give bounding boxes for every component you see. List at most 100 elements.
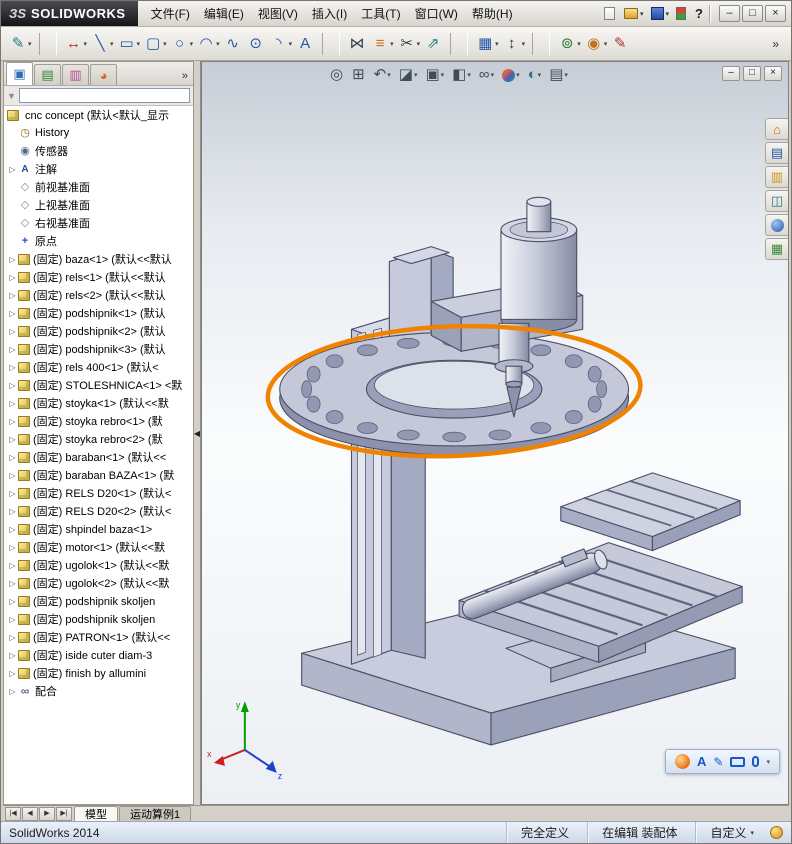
quick-snaps-button[interactable]: ◉ ▾ — [583, 33, 610, 55]
separator[interactable] — [317, 31, 346, 57]
tree-item[interactable]: (固定) iside cuter diam-3 — [4, 646, 193, 664]
ime-handwriting[interactable]: ✎ — [713, 755, 723, 769]
tree-item[interactable]: (固定) STOLESHNICA<1> <默 — [4, 376, 193, 394]
tab-displaymanager[interactable]: ◕ — [90, 64, 117, 85]
expand-arrow-icon[interactable] — [7, 417, 18, 426]
view-settings-button[interactable]: ▤ ▾ — [549, 67, 568, 83]
rapid-sketch-button[interactable]: ✎ — [609, 33, 632, 55]
document-tab[interactable]: 模型 — [74, 806, 118, 821]
tab-scroll-left[interactable]: ◀ — [22, 807, 38, 821]
ellipse-button[interactable]: ⊙ — [245, 33, 268, 55]
graphics-viewport[interactable]: y x z ◎ ⊞ ↶ ▾ ◪ ▾ ▣ ▾ ◧ ▾ ∞ ▾ ▾ ◐ ▾ ▤ ▾ … — [201, 61, 789, 805]
model-rail-block[interactable] — [560, 472, 741, 552]
zoom-area-button[interactable]: ⊞ — [352, 67, 366, 83]
apply-scene-button[interactable]: ◐ ▾ — [528, 67, 542, 83]
expand-arrow-icon[interactable] — [7, 651, 18, 660]
ime-menu[interactable]: ▾ — [766, 758, 770, 766]
edit-appearance-button[interactable]: ▾ — [502, 68, 520, 82]
filter-input[interactable] — [18, 88, 190, 103]
doc-close-button[interactable]: × — [764, 66, 782, 81]
orientation-triad[interactable]: y x z — [207, 700, 283, 781]
text-button[interactable]: A — [294, 33, 317, 55]
expand-arrow-icon[interactable] — [7, 669, 18, 678]
tree-item[interactable]: (固定) rels<2> (默认<<默认 — [4, 286, 193, 304]
tree-item[interactable]: (固定) RELS D20<1> (默认< — [4, 484, 193, 502]
task-file-explorer[interactable]: ▥ — [765, 166, 788, 188]
ime-logo[interactable] — [675, 754, 691, 769]
help-button[interactable]: ? — [695, 6, 705, 21]
tree-item[interactable]: (固定) baraban BAZA<1> (默 — [4, 466, 193, 484]
doc-minimize-button[interactable]: – — [722, 66, 740, 81]
tree-item[interactable]: (固定) podshipnik<3> (默认 — [4, 340, 193, 358]
view-orientation-button[interactable]: ▣ ▾ — [425, 67, 444, 83]
tree-item[interactable]: (固定) rels 400<1> (默认< — [4, 358, 193, 376]
expand-arrow-icon[interactable] — [7, 327, 18, 336]
expand-arrow-icon[interactable] — [7, 165, 18, 174]
new-document-button[interactable] — [604, 7, 617, 20]
menu-item[interactable]: 插入(I) — [305, 1, 354, 27]
move-entities-button[interactable]: ↕ ▾ — [501, 33, 528, 55]
tree-item[interactable]: (固定) finish by allumini — [4, 664, 193, 682]
expand-arrow-icon[interactable] — [7, 597, 18, 606]
expand-arrow-icon[interactable] — [7, 363, 18, 372]
arc-button[interactable]: ◠ ▾ — [195, 33, 222, 55]
display-relations-button[interactable]: ⊚ ▾ — [556, 33, 583, 55]
expand-arrow-icon[interactable] — [7, 525, 18, 534]
smart-dimension-button[interactable]: ↔ ▾ — [63, 33, 90, 55]
expand-arrow-icon[interactable] — [7, 381, 18, 390]
tab-scroll-right[interactable]: ▶ — [39, 807, 55, 821]
expand-arrow-icon[interactable] — [7, 435, 18, 444]
expand-arrow-icon[interactable] — [7, 255, 18, 264]
line-button[interactable]: ╲ ▾ — [89, 33, 116, 55]
expand-arrow-icon[interactable] — [7, 345, 18, 354]
tree-item[interactable]: (固定) baza<1> (默认<<默认 — [4, 250, 193, 268]
tree-item[interactable]: (固定) motor<1> (默认<<默 — [4, 538, 193, 556]
open-button[interactable]: ▾ — [624, 8, 644, 19]
expand-arrow-icon[interactable] — [7, 453, 18, 462]
tree-item[interactable]: (固定) stoyka rebro<2> (默 — [4, 430, 193, 448]
task-custom-properties[interactable]: ▦ — [765, 238, 788, 260]
expand-arrow-icon[interactable] — [7, 291, 18, 300]
status-field[interactable]: 在编辑 装配体 — [587, 822, 695, 843]
tree-item[interactable]: (固定) ugolok<2> (默认<<默 — [4, 574, 193, 592]
spline-button[interactable]: ∿ — [222, 33, 245, 55]
tree-item[interactable]: (固定) PATRON<1> (默认<< — [4, 628, 193, 646]
slot-button[interactable]: ▢ ▾ — [142, 33, 169, 55]
ime-english-toggle[interactable]: A — [697, 754, 706, 769]
separator[interactable] — [34, 31, 63, 57]
status-sphere-icon[interactable] — [770, 826, 783, 839]
tree-item[interactable]: (固定) podshipnik<1> (默认 — [4, 304, 193, 322]
task-view-palette[interactable]: ◫ — [765, 190, 788, 212]
cnc-model-graphics[interactable]: y x z — [202, 62, 788, 804]
tab-scroll-last[interactable]: ▶| — [56, 807, 72, 821]
status-field[interactable]: 自定义 ▾ — [695, 822, 768, 843]
tree-item[interactable]: (固定) podshipnik skoljen — [4, 592, 193, 610]
display-style-button[interactable]: ◧ ▾ — [452, 67, 471, 83]
save-button[interactable]: ▾ — [650, 7, 669, 20]
convert-entities-button[interactable]: ⇗ — [422, 33, 445, 55]
panel-tabs-overflow[interactable]: » — [182, 70, 193, 85]
separator[interactable] — [445, 31, 474, 57]
menu-item[interactable]: 文件(F) — [144, 1, 197, 27]
ime-keyboard[interactable] — [730, 756, 746, 767]
panel-splitter[interactable]: ◀ — [194, 61, 201, 805]
tree-item[interactable]: (固定) shpindel baza<1> — [4, 520, 193, 538]
expand-arrow-icon[interactable] — [7, 507, 18, 516]
task-appearances[interactable] — [765, 214, 788, 236]
expand-arrow-icon[interactable] — [7, 615, 18, 624]
document-tab[interactable]: 运动算例1 — [119, 806, 192, 821]
tab-featuremanager[interactable]: ▣ — [6, 62, 33, 85]
tree-item[interactable]: (固定) stoyka<1> (默认<<默 — [4, 394, 193, 412]
zoom-fit-button[interactable]: ◎ — [330, 67, 344, 83]
expand-arrow-icon[interactable] — [7, 309, 18, 318]
menu-item[interactable]: 窗口(W) — [408, 1, 465, 27]
doc-restore-button[interactable]: □ — [743, 66, 761, 81]
mirror-entities-button[interactable]: ⋈ — [346, 33, 369, 55]
tree-item[interactable]: 配合 — [4, 682, 193, 700]
ime-microphone[interactable] — [752, 756, 760, 767]
expand-arrow-icon[interactable] — [7, 579, 18, 588]
offset-entities-button[interactable]: ≡ ▾ — [369, 33, 396, 55]
splitter-collapse-icon[interactable]: ◀ — [194, 429, 200, 438]
tree-item[interactable]: (固定) podshipnik skoljen — [4, 610, 193, 628]
menu-item[interactable]: 编辑(E) — [197, 1, 251, 27]
